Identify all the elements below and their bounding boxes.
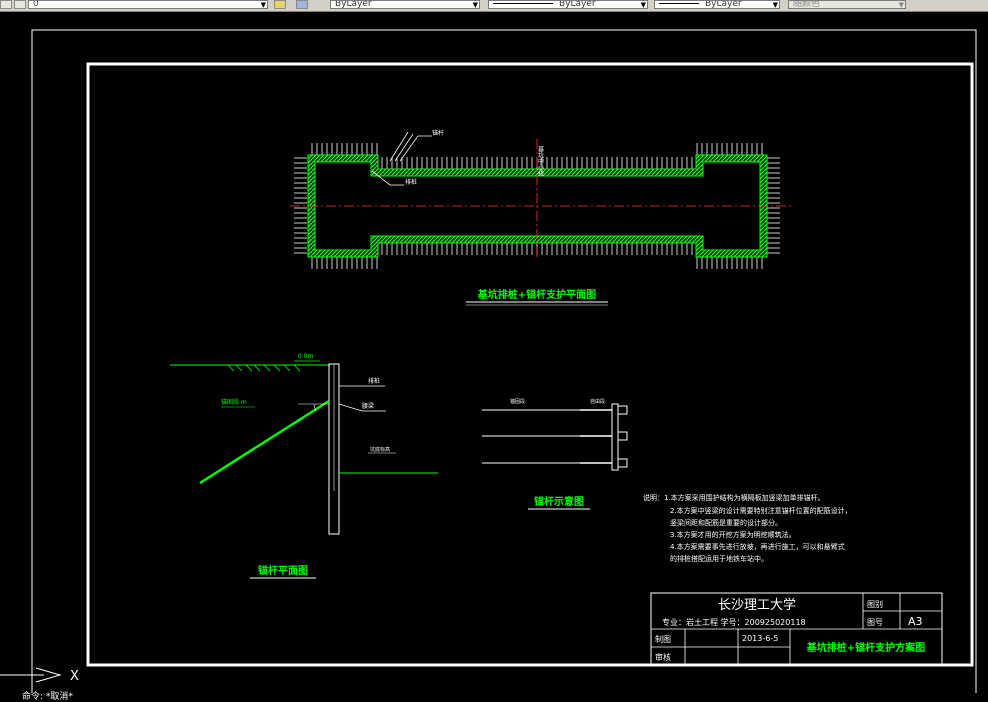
plotstyle-dropdown-value: 随颜色 — [793, 0, 821, 9]
section-label-bottom: 坑底标高 — [370, 446, 390, 453]
linetype-preview — [493, 3, 553, 4]
plan-label-pile: 排桩 — [405, 178, 417, 186]
ground-hatch — [227, 364, 301, 372]
lineweight-preview — [659, 3, 699, 4]
lineweight-dropdown[interactable]: ByLayer ▼ — [654, 0, 780, 9]
make-current-layer-button[interactable] — [274, 0, 286, 9]
drawing-number-label: 图号 — [867, 618, 883, 627]
anchor-nuts — [617, 405, 628, 468]
color-dropdown-value: ByLayer — [335, 0, 372, 9]
section-label-waist: 腰梁 — [362, 402, 374, 410]
project-title: 基坑排桩+锚杆支护方案图 — [806, 641, 925, 654]
pile-ticks-right — [767, 155, 780, 255]
pile-ticks-bottom-right — [696, 257, 766, 269]
plotstyle-dropdown[interactable]: 随颜色 ▼ — [788, 0, 906, 9]
sheet-size: A3 — [908, 615, 923, 628]
note-line: 2.本方案中竖梁的设计需要特别注意锚杆位置的配筋设计， — [670, 506, 852, 515]
note-line: 竖梁间距和配筋是重要的设计部分。 — [670, 518, 782, 527]
layer-previous-button[interactable] — [296, 0, 308, 9]
drawing-date: 2013-6-5 — [742, 634, 778, 643]
note-line: 的排桩搭配运用于地铁车站中。 — [670, 554, 768, 563]
section-label-pile: 排桩 — [368, 377, 380, 385]
major-line: 专业：岩土工程 学号：200925020118 — [662, 617, 806, 627]
layer-dropdown-value: 0 — [33, 0, 39, 9]
note-line: 3.本方案才用的开挖方案为明挖顺筑法。 — [670, 530, 796, 539]
note-line: 4.本方案需要事先进行放坡，再进行施工，可以和悬臂式 — [670, 542, 845, 551]
plan-label-center: 基坑中心线 — [537, 145, 544, 176]
chevron-down-icon: ▼ — [772, 1, 778, 9]
plan-label-anchor: 锚杆 — [432, 129, 444, 137]
reviewer-label: 审核 — [655, 652, 671, 662]
layer-state-icon[interactable] — [14, 0, 26, 9]
anchor-bars — [482, 409, 612, 464]
chevron-down-icon: ▼ — [640, 1, 646, 9]
anchor-title: 锚杆示意图 — [534, 495, 584, 508]
pit-plan-view: 锚杆 排桩 基坑中心线 基坑排桩+锚杆支护平面图 — [290, 129, 793, 306]
color-dropdown[interactable]: ByLayer ▼ — [330, 0, 480, 9]
pile-ticks-top-right — [696, 143, 766, 155]
linetype-dropdown[interactable]: ByLayer ▼ — [488, 0, 648, 9]
note-line: 说明：1.本方案采用围护结构为横隔板加竖梁加单排锚杆。 — [643, 493, 825, 502]
anchor-head-plate — [611, 403, 619, 471]
school-name: 长沙理工大学 — [718, 597, 796, 613]
section-label-depth: 锚固段 m — [221, 398, 247, 406]
paper-border — [31, 29, 977, 693]
drafter-label: 制图 — [655, 634, 671, 644]
design-notes: 说明：1.本方案采用围护结构为横隔板加竖梁加单排锚杆。 2.本方案中竖梁的设计需… — [643, 493, 852, 563]
chevron-down-icon: ▼ — [898, 1, 904, 9]
section-view: 0.0m 排桩 腰梁 锚固段 m 坑底标高 锚杆平面图 — [170, 353, 438, 579]
pile-ticks-left — [294, 155, 307, 255]
layer-dropdown[interactable]: 0 ▼ — [28, 0, 268, 9]
drawing-category-label: 图别 — [867, 600, 883, 609]
ucs-x-label: X — [70, 669, 79, 684]
lineweight-dropdown-value: ByLayer — [705, 0, 742, 9]
section-title: 锚杆平面图 — [258, 564, 308, 577]
pile-ticks-bottom-left — [308, 257, 378, 269]
command-line-text: 命令: *取消* — [22, 692, 73, 702]
command-line-bar[interactable] — [0, 693, 988, 701]
ucs-icon: X — [0, 667, 79, 684]
layer-manager-button[interactable] — [0, 0, 12, 9]
chevron-down-icon: ▼ — [260, 1, 266, 9]
anchor-leader-3 — [389, 131, 409, 162]
anchor-label-fixed: 锚固段 — [510, 398, 525, 405]
drawing-canvas[interactable]: 锚杆 排桩 基坑中心线 基坑排桩+锚杆支护平面图 0.0m 排桩 腰梁 锚固段 … — [0, 11, 988, 693]
linetype-dropdown-value: ByLayer — [559, 0, 596, 9]
plan-title: 基坑排桩+锚杆支护平面图 — [477, 288, 596, 301]
pile-ticks-top-left — [308, 143, 378, 155]
pile-ticks-bottom-mid — [380, 243, 696, 255]
anchor-label-free: 自由段 — [590, 398, 605, 405]
title-block: 长沙理工大学 专业：岩土工程 学号：200925020118 图别 图号 A3 … — [650, 592, 943, 666]
anchor-detail-view: 锚固段 自由段 锚杆示意图 — [482, 398, 628, 510]
chevron-down-icon: ▼ — [472, 1, 478, 9]
section-label-level: 0.0m — [298, 353, 314, 360]
